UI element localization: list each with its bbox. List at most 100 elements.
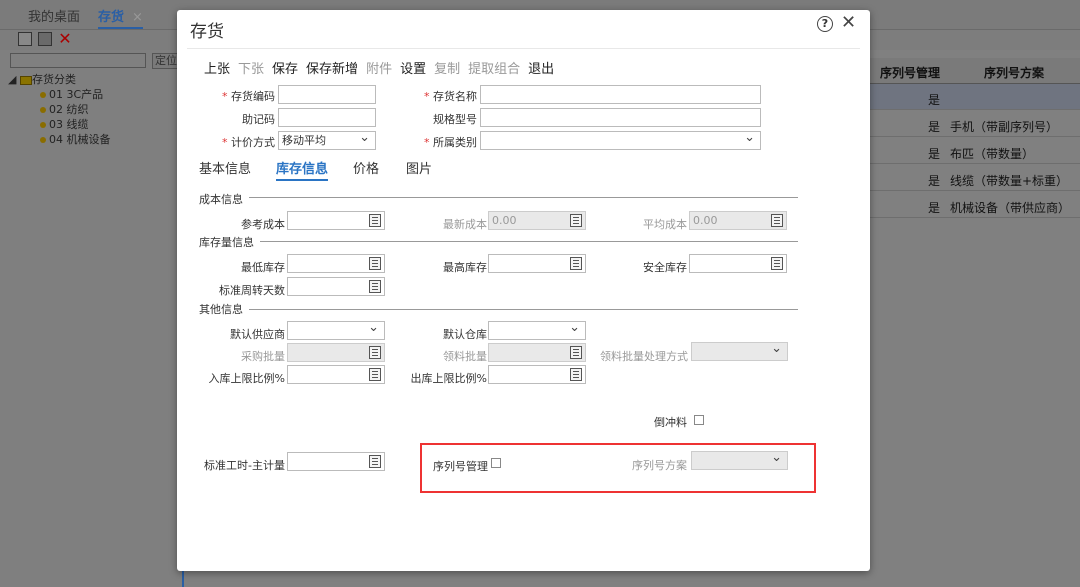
default-warehouse-select[interactable] bbox=[488, 319, 586, 340]
mnemonic-input[interactable] bbox=[278, 108, 376, 127]
node-icon bbox=[40, 137, 46, 143]
serial-scheme-select[interactable] bbox=[691, 449, 788, 470]
edit-icon[interactable] bbox=[38, 32, 52, 46]
locate-button[interactable]: 定位 bbox=[152, 53, 180, 69]
max-stock-label: 最高库存 bbox=[443, 261, 487, 274]
divider bbox=[187, 48, 860, 49]
calculator-icon[interactable] bbox=[570, 214, 582, 227]
dialog-title: 存货 bbox=[190, 22, 224, 42]
pick-method-select[interactable] bbox=[691, 340, 788, 361]
attachment-button[interactable]: 附件 bbox=[366, 62, 392, 77]
calculator-icon[interactable] bbox=[570, 257, 582, 270]
prev-button[interactable]: 上张 bbox=[204, 62, 230, 77]
tab-close-icon[interactable]: × bbox=[132, 10, 143, 25]
save-new-button[interactable]: 保存新增 bbox=[306, 62, 358, 77]
avg-cost-input[interactable]: 0.00 bbox=[689, 211, 787, 230]
default-supplier-select[interactable] bbox=[287, 319, 385, 340]
tab-price[interactable]: 价格 bbox=[353, 158, 379, 177]
delete-icon[interactable]: ✕ bbox=[58, 31, 72, 47]
category-select[interactable] bbox=[480, 129, 761, 150]
settings-button[interactable]: 设置 bbox=[400, 62, 426, 77]
cell: 是 bbox=[928, 93, 941, 107]
category-label: 所属类别 bbox=[415, 134, 477, 150]
calculator-icon[interactable] bbox=[570, 368, 582, 381]
calculator-icon[interactable] bbox=[771, 214, 783, 227]
latest-cost-label: 最新成本 bbox=[443, 218, 487, 231]
tab-my-desktop[interactable]: 我的桌面 bbox=[28, 6, 80, 25]
ref-cost-input[interactable] bbox=[287, 211, 385, 230]
table-row[interactable]: 是机械设备（带供应商） bbox=[870, 192, 1080, 218]
cell: 是 bbox=[928, 120, 941, 134]
pricing-value: 移动平均 bbox=[282, 134, 326, 147]
tab-inventory[interactable]: 存货 × bbox=[98, 6, 143, 29]
col-serial-scheme[interactable]: 序列号方案 bbox=[984, 64, 1044, 81]
cell: 是 bbox=[928, 201, 941, 215]
max-stock-input[interactable] bbox=[488, 254, 586, 273]
help-icon[interactable]: ? bbox=[817, 16, 833, 32]
inventory-dialog: 存货 ? ✕ 上张下张保存保存新增附件设置复制提取组合退出 存货编码 存货名称 … bbox=[177, 10, 870, 571]
calculator-icon[interactable] bbox=[369, 214, 381, 227]
save-button[interactable]: 保存 bbox=[272, 62, 298, 77]
other-section-title: 其他信息 bbox=[199, 303, 243, 316]
tab-stock-info[interactable]: 库存信息 bbox=[276, 158, 329, 181]
col-serial-mgmt[interactable]: 序列号管理 bbox=[880, 64, 940, 81]
inbound-limit-input[interactable] bbox=[287, 365, 385, 384]
cell: 手机（带副序列号） bbox=[950, 120, 1059, 134]
min-stock-input[interactable] bbox=[287, 254, 385, 273]
tree-item[interactable]: 03 线缆 bbox=[8, 117, 111, 132]
name-input[interactable] bbox=[480, 85, 761, 104]
stock-section-title: 库存量信息 bbox=[199, 236, 254, 249]
pick-batch-input[interactable] bbox=[488, 343, 586, 362]
tree-item[interactable]: 04 机械设备 bbox=[8, 132, 111, 147]
backflush-checkbox[interactable] bbox=[694, 415, 704, 425]
tree-item[interactable]: 02 纺织 bbox=[8, 102, 111, 117]
tree-item[interactable]: 01 3C产品 bbox=[8, 87, 111, 102]
code-input[interactable] bbox=[278, 85, 376, 104]
safety-stock-input[interactable] bbox=[689, 254, 787, 273]
latest-cost-input[interactable]: 0.00 bbox=[488, 211, 586, 230]
cost-section-title: 成本信息 bbox=[199, 193, 243, 206]
divider bbox=[260, 241, 798, 242]
extract-combo-button[interactable]: 提取组合 bbox=[468, 62, 520, 77]
calculator-icon[interactable] bbox=[369, 346, 381, 359]
turnover-days-input[interactable] bbox=[287, 277, 385, 296]
serial-scheme-label: 序列号方案 bbox=[632, 459, 687, 472]
calculator-icon[interactable] bbox=[369, 257, 381, 270]
code-label: 存货编码 bbox=[217, 88, 275, 104]
table-row[interactable]: 是线缆（带数量+标重） bbox=[870, 165, 1080, 191]
inventory-grid: 序列号管理 序列号方案 是 是手机（带副序列号） 是布匹（带数量） 是线缆（带数… bbox=[870, 58, 1080, 587]
cell: 布匹（带数量） bbox=[950, 147, 1035, 161]
calculator-icon[interactable] bbox=[369, 368, 381, 381]
tab-basic-info[interactable]: 基本信息 bbox=[199, 158, 251, 177]
table-row[interactable]: 是布匹（带数量） bbox=[870, 138, 1080, 164]
tree-item-label: 01 3C产品 bbox=[49, 88, 104, 101]
std-hours-input[interactable] bbox=[287, 452, 385, 471]
pick-method-label: 领料批量处理方式 bbox=[600, 350, 688, 363]
serial-mgmt-checkbox[interactable] bbox=[491, 458, 501, 468]
table-row[interactable]: 是手机（带副序列号） bbox=[870, 111, 1080, 137]
tab-images[interactable]: 图片 bbox=[406, 158, 432, 177]
pricing-select[interactable]: 移动平均 bbox=[278, 129, 376, 150]
avg-cost-label: 平均成本 bbox=[643, 218, 687, 231]
calculator-icon[interactable] bbox=[369, 455, 381, 468]
divider bbox=[249, 197, 798, 198]
tree-root[interactable]: ◢ 存货分类 bbox=[8, 72, 111, 87]
spec-input[interactable] bbox=[480, 108, 761, 127]
calculator-icon[interactable] bbox=[570, 346, 582, 359]
min-stock-label: 最低库存 bbox=[241, 261, 285, 274]
category-search-input[interactable] bbox=[10, 53, 146, 68]
calculator-icon[interactable] bbox=[369, 280, 381, 293]
table-row[interactable]: 是 bbox=[870, 84, 1080, 110]
close-icon[interactable]: ✕ bbox=[841, 12, 856, 33]
exit-button[interactable]: 退出 bbox=[528, 62, 554, 77]
copy-button[interactable]: 复制 bbox=[434, 62, 460, 77]
ref-cost-label: 参考成本 bbox=[241, 218, 285, 231]
calculator-icon[interactable] bbox=[771, 257, 783, 270]
new-doc-icon[interactable] bbox=[18, 32, 32, 46]
outbound-limit-input[interactable] bbox=[488, 365, 586, 384]
purchase-batch-input[interactable] bbox=[287, 343, 385, 362]
purchase-batch-label: 采购批量 bbox=[241, 350, 285, 363]
dialog-toolbar: 上张 下张 保存 保存新增 附件 设置 复制 提取组合 退出 bbox=[204, 58, 562, 77]
serial-mgmt-label: 序列号管理 bbox=[433, 460, 488, 473]
next-button[interactable]: 下张 bbox=[238, 62, 264, 77]
